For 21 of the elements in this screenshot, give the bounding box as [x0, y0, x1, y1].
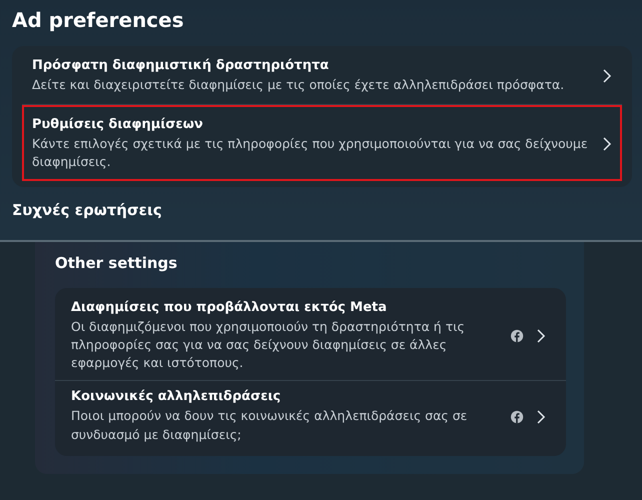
settings-item[interactable]: Διαφημίσεις που προβάλλονται εκτός Meta Οι διαφημιζόμενοι που χρησιμοποιούν τη δραστηριότητα ή τις πληροφορίες σας για να σας δείχνουν διαφημίσεις σε άλλες εφαρμογές και ιστότοπους.	[55, 292, 566, 380]
item-description: Οι διαφημιζόμενοι που χρησιμοποιούν τη δραστηριότητα ή τις πληροφορίες σας για να σας δείχνουν διαφημίσεις σε άλλες εφαρμογές και ιστότοπους.	[71, 318, 466, 372]
item-description: Κάντε επιλογές σχετικά με τις πληροφορίες που χρησιμοποιούνται για να σας δείχνουμε διαφημίσεις.	[32, 135, 589, 172]
chevron-icon	[602, 136, 612, 152]
chevron-icon	[536, 328, 546, 344]
section-heading: Συχνές ερωτήσεις	[12, 201, 163, 220]
chevron-icon	[602, 68, 612, 84]
facebook-icon	[510, 410, 524, 424]
panel-title: Other settings	[55, 254, 178, 272]
item-title: Διαφημίσεις που προβάλλονται εκτός Meta	[71, 300, 388, 315]
item-description: Ποιοι μπορούν να δουν τις κοινωνικές αλληλεπιδράσεις σας σε συνδυασμό με διαφημίσεις;	[71, 407, 468, 444]
item-description: Δείτε και διαχειριστείτε διαφημίσεις με τις οποίες έχετε αλληλεπιδράσει πρόσφατα.	[32, 76, 566, 94]
settings-item[interactable]: Πρόσφατη διαφημιστική δραστηριότητα Δείτε και διαχειριστείτε διαφημίσεις με τις οποίες έχετε αλληλεπιδράσει πρόσφατα.	[22, 46, 622, 104]
item-title: Κοινωνικές αλληλεπιδράσεις	[71, 389, 282, 404]
item-title: Πρόσφατη διαφημιστική δραστηριότητα	[32, 58, 330, 73]
facebook-icon	[510, 329, 524, 344]
chevron-icon	[536, 408, 546, 424]
settings-item[interactable]: Ρυθμίσεις διαφημίσεων Κάντε επιλογές σχετικά με τις πληροφορίες που χρησιμοποιούνται για να σας δείχνουμε διαφημίσεις.	[22, 105, 622, 182]
page-title: Ad preferences	[12, 8, 185, 32]
item-title: Ρυθμίσεις διαφημίσεων	[32, 117, 204, 132]
settings-item[interactable]: Κοινωνικές αλληλεπιδράσεις Ποιοι μπορούν να δουν τις κοινωνικές αλληλεπιδράσεις σας σε συνδυασμό με διαφημίσεις;	[55, 381, 566, 452]
